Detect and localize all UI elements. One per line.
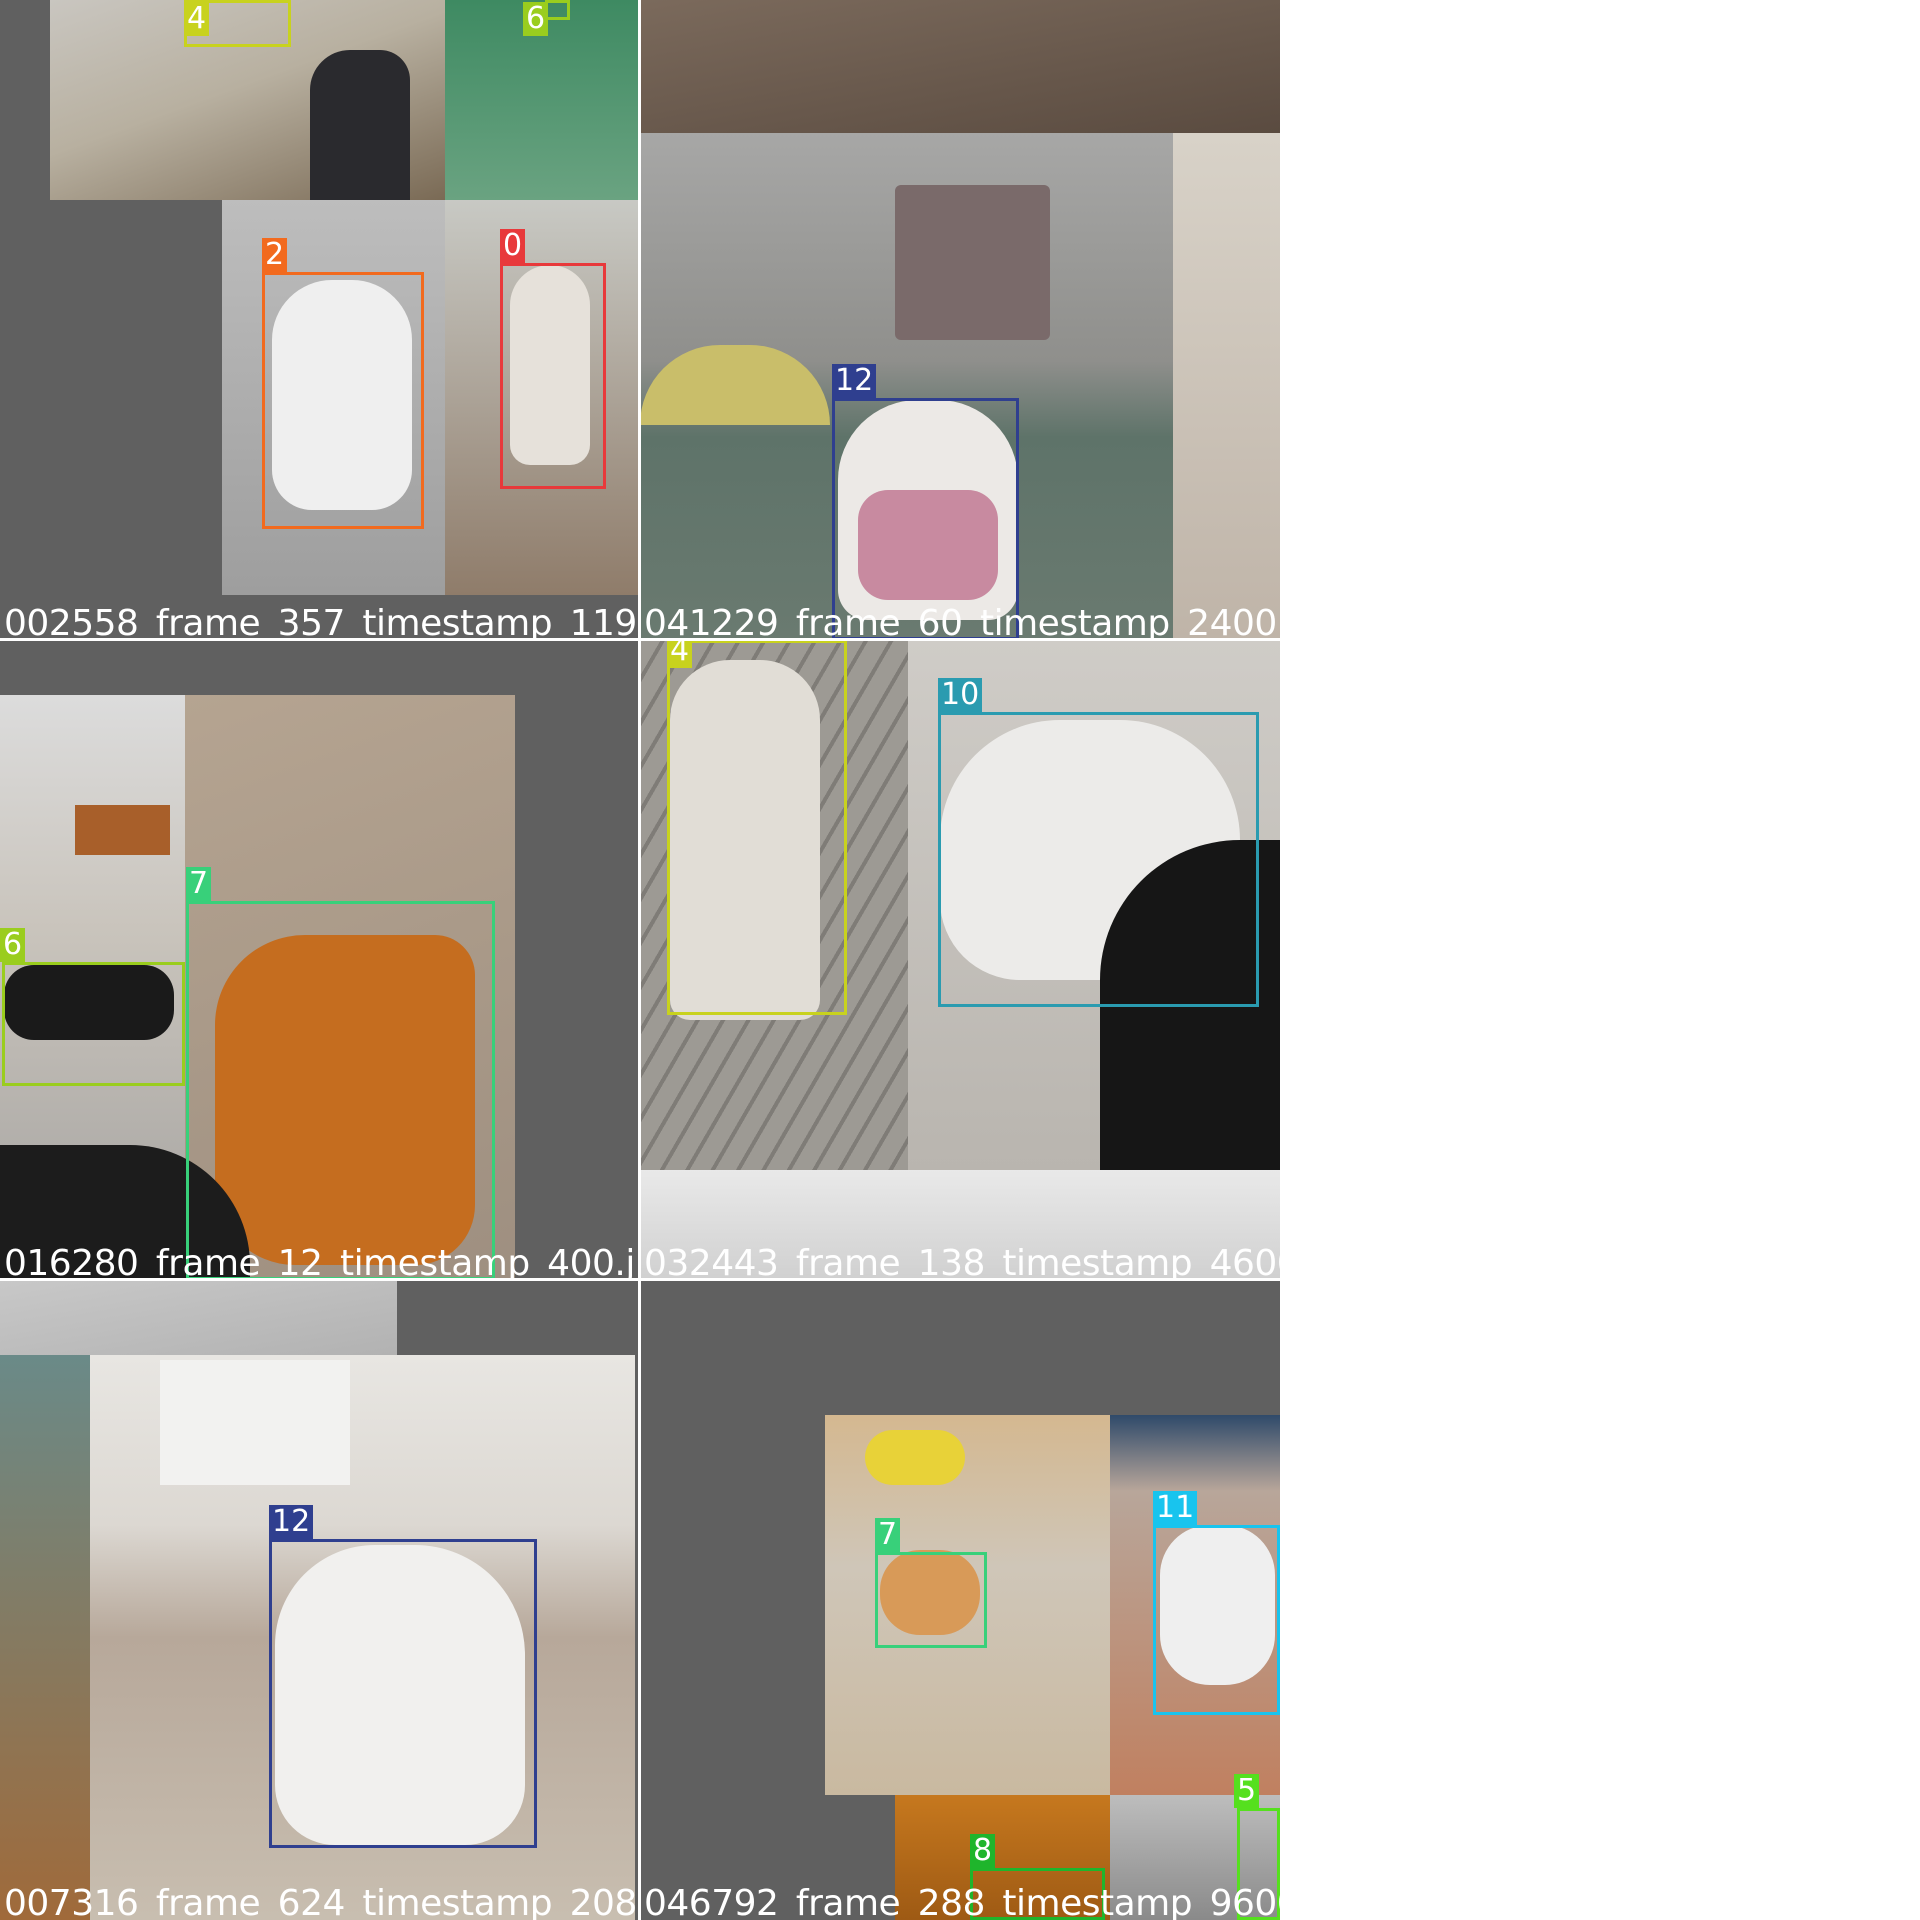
mosaic-tile-2: 12 041229_frame_60_timestamp_2400.jpg <box>640 0 1280 640</box>
photo-top-floor-strip <box>0 1280 397 1355</box>
bbox-label-4: 4 <box>184 2 210 36</box>
bbox-label-4: 4 <box>667 640 693 668</box>
bbox-11 <box>1153 1525 1280 1715</box>
photo-play-structure <box>895 185 1050 340</box>
bbox-label-8: 8 <box>970 1834 996 1868</box>
photo-cabinet <box>160 1360 350 1485</box>
bbox-label-6: 6 <box>523 2 549 36</box>
bbox-12 <box>269 1539 537 1848</box>
bbox-label-11: 11 <box>1153 1491 1198 1525</box>
bbox-label-0: 0 <box>500 229 526 263</box>
bbox-label-12: 12 <box>269 1505 314 1539</box>
bbox-label-7: 7 <box>186 867 212 901</box>
bbox-6 <box>2 962 185 1086</box>
photo-side-wall <box>1173 133 1280 640</box>
grid-divider-horizontal <box>0 1278 1280 1281</box>
photo-yellow-cushion <box>865 1430 965 1485</box>
bbox-7 <box>875 1552 987 1648</box>
bbox-label-2: 2 <box>262 238 288 272</box>
mosaic-tile-1: 4 6 2 0 002558_frame_357_timestamp_11960… <box>0 0 640 640</box>
photo-wooden-shelf <box>75 805 170 855</box>
tile-filename: 046792_frame_288_timestamp_9600.jpg <box>644 1883 1280 1920</box>
tile-filename: 002558_frame_357_timestamp_11960.jpg <box>4 603 640 641</box>
grid-divider-horizontal <box>0 638 1280 641</box>
bbox-label-7: 7 <box>875 1518 901 1552</box>
bbox-label-12: 12 <box>832 364 877 398</box>
bbox-7 <box>186 901 495 1280</box>
tile-filename: 007316_frame_624_timestamp_20800.jpg <box>4 1883 640 1920</box>
bbox-label-10: 10 <box>938 678 983 712</box>
bbox-4 <box>667 640 847 1015</box>
bbox-0 <box>500 263 606 489</box>
tile-filename: 032443_frame_138_timestamp_4600.jpg <box>644 1243 1280 1281</box>
tile-filename: 016280_frame_12_timestamp_400.jpg <box>4 1243 640 1281</box>
bbox-10 <box>938 712 1259 1007</box>
photo-glass-door <box>0 1355 90 1920</box>
mosaic-tile-4: 4 10 032443_frame_138_timestamp_4600.jpg <box>640 640 1280 1280</box>
bbox-label-5: 5 <box>1234 1774 1260 1808</box>
mosaic-grid: 4 6 2 0 002558_frame_357_timestamp_11960… <box>0 0 1280 1920</box>
mosaic-tile-3: 7 6 016280_frame_12_timestamp_400.jpg <box>0 640 640 1280</box>
photo-wood-floor-strip <box>640 0 1280 133</box>
bbox-label-6: 6 <box>0 928 26 962</box>
mosaic-tile-6: 7 11 5 8 046792_frame_288_timestamp_9600… <box>640 1280 1280 1920</box>
bbox-2 <box>262 272 424 529</box>
tile-filename: 041229_frame_60_timestamp_2400.jpg <box>644 603 1280 641</box>
bbox-6 <box>545 0 570 20</box>
photo-jacket <box>310 50 410 200</box>
mosaic-tile-5: 12 007316_frame_624_timestamp_20800.jpg <box>0 1280 640 1920</box>
grid-divider-vertical <box>638 0 641 1920</box>
